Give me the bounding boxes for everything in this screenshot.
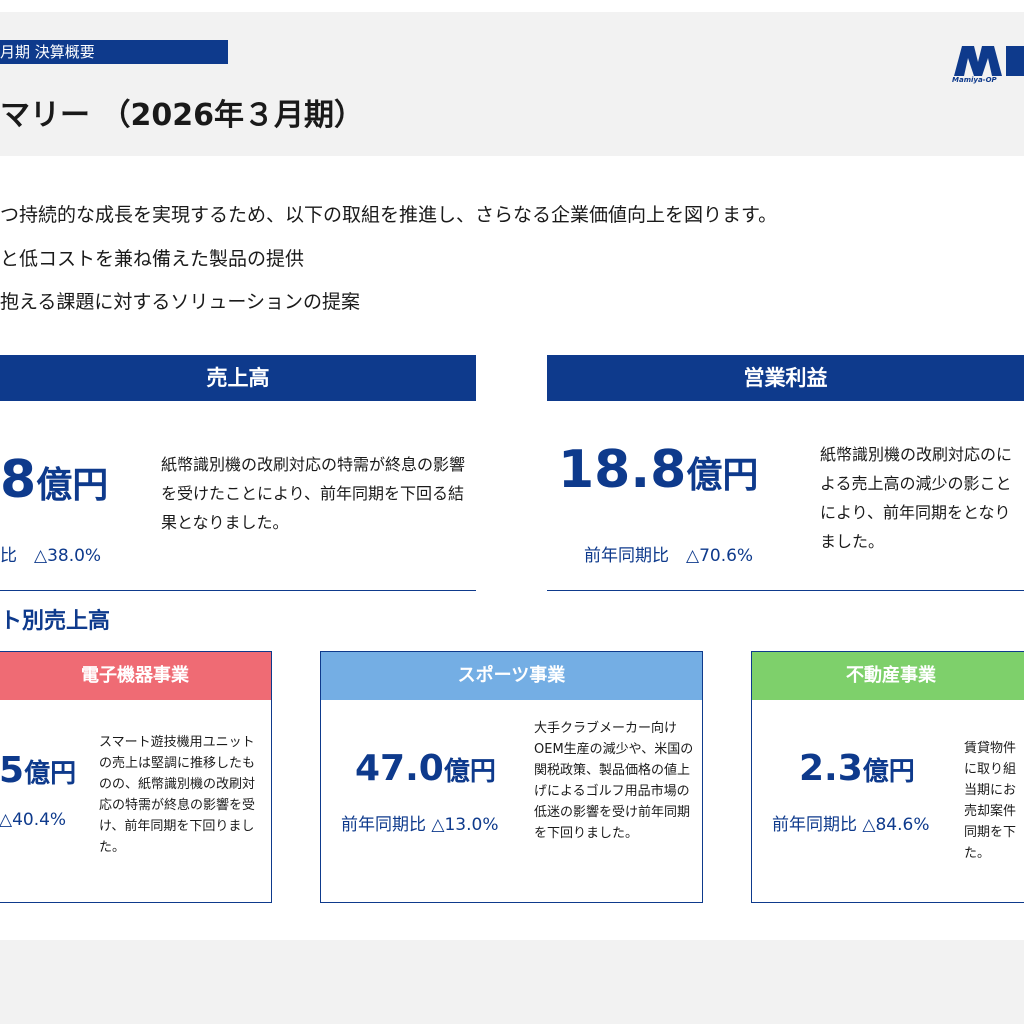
kpi-yoy-sales: 比 △38.0%	[0, 546, 102, 566]
kpi-desc-operating-profit: 紙幣識別機の改刷対応のによる売上高の減少の影ことにより、前年同期をとなりました。	[820, 445, 1013, 551]
segment-yoy: 前年同期比 △13.0%	[341, 815, 499, 835]
segment-value: 2.3億円	[799, 748, 915, 789]
top-strip	[0, 0, 1024, 12]
kpi-unit: 億円	[686, 455, 759, 496]
segments-title: ト別売上高	[0, 609, 111, 634]
segment-unit: 億円	[443, 757, 496, 787]
segment-number: 47.0	[355, 748, 444, 789]
slide-header	[0, 12, 1024, 156]
segment-yoy: △40.4%	[0, 810, 67, 830]
segment-header: 電子機器事業	[0, 652, 271, 700]
kpi-unit: 億円	[36, 465, 109, 506]
segment-header: 不動産事業	[752, 652, 1024, 700]
divider	[547, 590, 1024, 591]
logo-mark-icon	[954, 46, 1024, 76]
kpi-header-sales: 売上高	[0, 355, 476, 401]
kpi-value-operating-profit: 18.8億円	[558, 440, 758, 500]
segment-desc: 大手クラブメーカー向けOEM生産の減少や、米国の関税政策、製品価格の値上げによる…	[534, 721, 694, 841]
page-title: マリー （2026年３月期）	[0, 98, 364, 133]
slide-footer	[0, 940, 1024, 1024]
kpi-yoy-operating-profit: 前年同期比 △70.6%	[584, 546, 754, 566]
kpi-value-sales: 8億円	[0, 450, 108, 510]
segment-desc: スマート遊技機用ユニットの売上は堅調に推移したものの、紙幣識別機の改刷対応の特需…	[99, 735, 256, 855]
segment-number: 5	[0, 750, 25, 791]
intro-text: つ持続的な成長を実現するため、以下の取組を推進し、さらなる企業価値向上を図ります…	[0, 204, 778, 226]
segment-unit: 億円	[862, 757, 915, 787]
segment-header: スポーツ事業	[321, 652, 702, 700]
segment-value: 47.0億円	[355, 748, 496, 789]
company-logo: Mamiya-OP	[952, 40, 1024, 92]
kpi-header-operating-profit: 営業利益	[547, 355, 1024, 401]
kpi-number: 8	[0, 450, 37, 510]
segment-value: 5億円	[0, 750, 76, 791]
segment-desc: 賃貸物件に取り組当期にお売却案件同期を下た。	[964, 741, 1017, 861]
segment-card-real-estate: 不動産事業 2.3億円 前年同期比 △84.6% 賃貸物件に取り組当期にお売却案…	[751, 651, 1024, 903]
intro-bullet: と低コストを兼ね備えた製品の提供	[0, 248, 305, 270]
segment-unit: 億円	[24, 759, 77, 789]
section-subtitle: 月期 決算概要	[0, 40, 228, 64]
segment-number: 2.3	[799, 748, 863, 789]
kpi-desc-sales: 紙幣識別機の改刷対応の特需が終息の影響を受けたことにより、前年同期を下回る結果と…	[161, 455, 466, 532]
segment-card-sports: スポーツ事業 47.0億円 前年同期比 △13.0% 大手クラブメーカー向けOE…	[320, 651, 703, 903]
kpi-number: 18.8	[558, 440, 687, 500]
intro-bullet: 抱える課題に対するソリューションの提案	[0, 291, 361, 313]
divider	[0, 590, 476, 591]
logo-text: Mamiya-OP	[952, 76, 997, 84]
segment-card-electronics: 電子機器事業 5億円 △40.4% スマート遊技機用ユニットの売上は堅調に推移し…	[0, 651, 272, 903]
segment-yoy: 前年同期比 △84.6%	[772, 815, 930, 835]
